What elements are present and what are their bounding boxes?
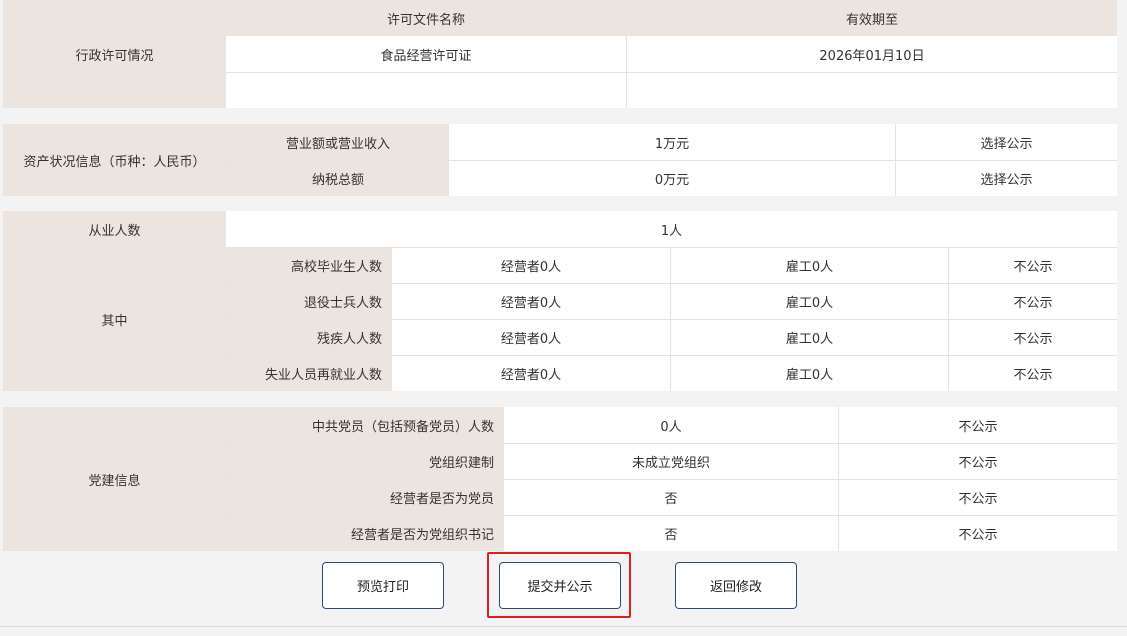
employees-row-employee: 雇工0人 (670, 247, 948, 283)
employees-row-label: 退役士兵人数 (226, 283, 392, 319)
assets-row-label: 纳税总额 (226, 160, 449, 196)
preview-print-button[interactable]: 预览打印 (322, 562, 444, 609)
employees-row-disclosure: 不公示 (948, 247, 1117, 283)
employees-sub-label: 其中 (3, 247, 226, 391)
employees-row-employee: 雇工0人 (670, 283, 948, 319)
employees-row-employee: 雇工0人 (670, 355, 948, 391)
assets-row-label: 营业额或营业收入 (226, 124, 449, 160)
employees-label: 从业人数 (3, 211, 226, 247)
license-header-valid: 有效期至 (626, 0, 1117, 36)
party-section-label: 党建信息 (3, 407, 226, 551)
employees-row-operator: 经营者0人 (392, 319, 670, 355)
party-section: 党建信息 中共党员（包括预备党员）人数 0人 不公示 党组织建制 未成立党组织 … (3, 407, 1117, 551)
license-section-label: 行政许可情况 (3, 0, 226, 108)
employees-row-disclosure: 不公示 (948, 283, 1117, 319)
back-edit-button[interactable]: 返回修改 (675, 562, 797, 609)
license-row-name (226, 72, 626, 108)
party-row-label: 中共党员（包括预备党员）人数 (226, 407, 504, 443)
footer-divider (0, 626, 1127, 627)
party-row-disclosure: 不公示 (838, 407, 1117, 443)
assets-section-label: 资产状况信息（币种：人民币） (3, 124, 226, 196)
party-row-disclosure: 不公示 (838, 515, 1117, 551)
license-row-name: 食品经营许可证 (226, 36, 626, 72)
employees-row-operator: 经营者0人 (392, 355, 670, 391)
employees-row-disclosure: 不公示 (948, 355, 1117, 391)
submit-publish-button[interactable]: 提交并公示 (499, 562, 621, 609)
employees-row-label: 高校毕业生人数 (226, 247, 392, 283)
assets-row-value: 0万元 (449, 160, 895, 196)
employees-row-label: 失业人员再就业人数 (226, 355, 392, 391)
party-row-value: 未成立党组织 (504, 443, 838, 479)
party-row-value: 否 (504, 515, 838, 551)
party-row-disclosure: 不公示 (838, 479, 1117, 515)
license-row-valid: 2026年01月10日 (626, 36, 1117, 72)
employees-row-label: 残疾人人数 (226, 319, 392, 355)
party-row-label: 党组织建制 (226, 443, 504, 479)
license-section: 行政许可情况 许可文件名称 有效期至 食品经营许可证 2026年01月10日 (3, 0, 1117, 108)
assets-row-disclosure: 选择公示 (895, 124, 1117, 160)
employees-value: 1人 (226, 211, 1117, 247)
employees-row-disclosure: 不公示 (948, 319, 1117, 355)
party-row-value: 否 (504, 479, 838, 515)
party-row-label: 经营者是否为党组织书记 (226, 515, 504, 551)
employees-row-operator: 经营者0人 (392, 247, 670, 283)
party-row-disclosure: 不公示 (838, 443, 1117, 479)
employees-section: 从业人数 1人 其中 高校毕业生人数 经营者0人 雇工0人 不公示 退役士兵人数… (3, 211, 1117, 391)
license-row-valid (626, 72, 1117, 108)
employees-row-operator: 经营者0人 (392, 283, 670, 319)
party-row-label: 经营者是否为党员 (226, 479, 504, 515)
assets-row-value: 1万元 (449, 124, 895, 160)
employees-row-employee: 雇工0人 (670, 319, 948, 355)
license-header-name: 许可文件名称 (226, 0, 626, 36)
assets-section: 资产状况信息（币种：人民币） 营业额或营业收入 1万元 选择公示 纳税总额 0万… (3, 124, 1117, 196)
party-row-value: 0人 (504, 407, 838, 443)
assets-row-disclosure: 选择公示 (895, 160, 1117, 196)
